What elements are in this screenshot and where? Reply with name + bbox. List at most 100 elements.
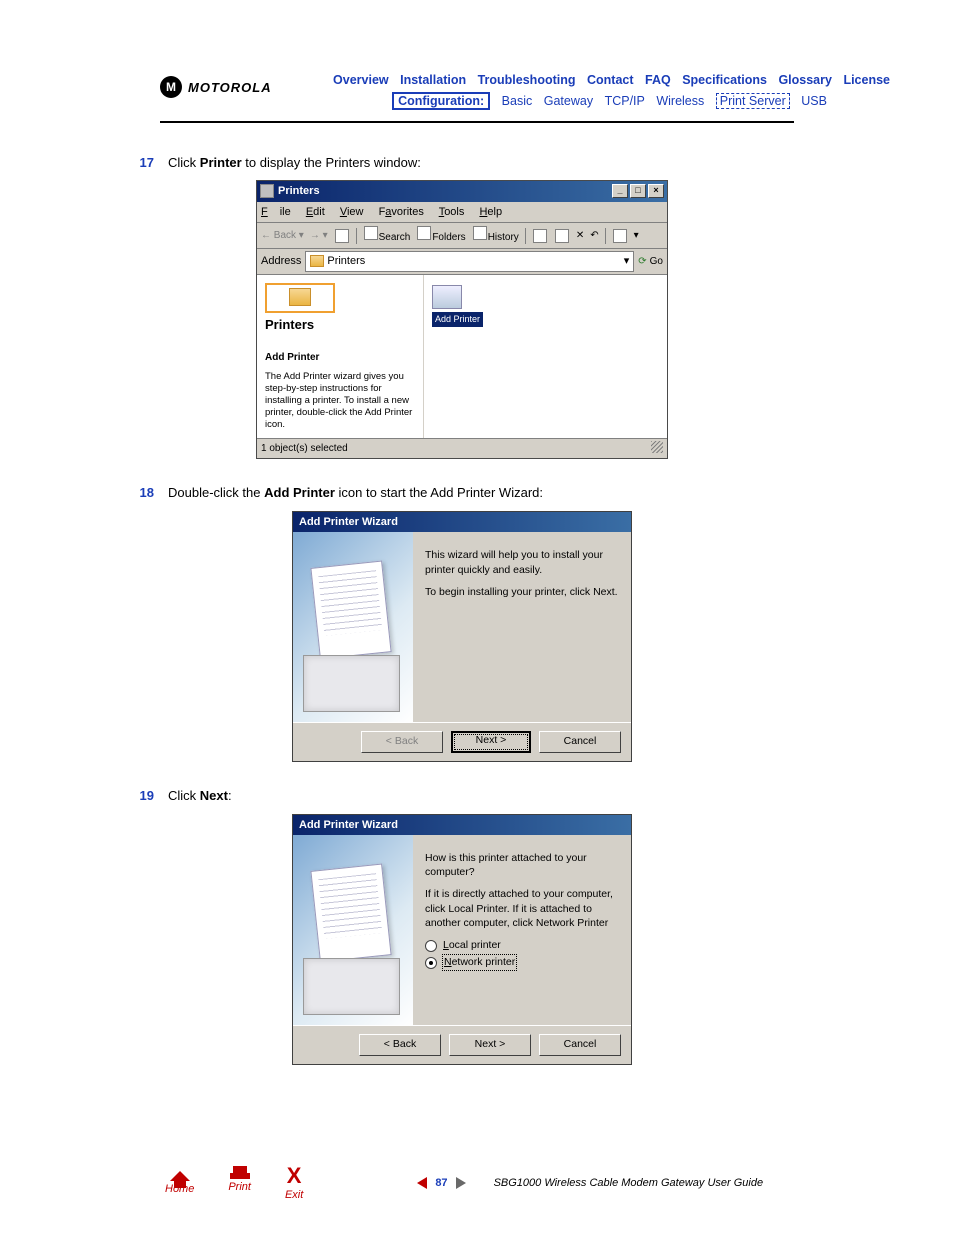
close-button[interactable]: × [648,184,664,198]
moveto-icon[interactable] [533,229,547,243]
prev-page-icon[interactable] [417,1177,427,1189]
wizard-image [293,835,413,1025]
add-printer-wizard-1: Add Printer Wizard This wizard will help… [292,511,632,762]
step-17: 17 Click Printer to display the Printers… [130,153,794,173]
address-input[interactable]: Printers ▾ [305,251,634,272]
address-label: Address [261,253,301,270]
folder-icon [310,255,324,267]
go-button[interactable]: ⟳Go [638,254,663,269]
add-printer-wizard-2: Add Printer Wizard How is this printer a… [292,814,632,1065]
add-printer-icon [432,285,462,309]
top-nav: Overview Installation Troubleshooting Co… [329,70,894,113]
printers-folder-icon [289,288,311,306]
guide-title: SBG1000 Wireless Cable Modem Gateway Use… [494,1177,764,1189]
wizard-image [293,532,413,722]
exit-icon: X [285,1165,303,1187]
menu-tools[interactable]: Tools [439,206,465,218]
resize-grip[interactable] [651,441,663,453]
next-button[interactable]: Next > [451,731,531,753]
dropdown-icon[interactable]: ▾ [624,253,630,270]
back-button[interactable]: < Back [359,1034,441,1056]
forward-button[interactable]: → ▾ [310,228,328,243]
address-bar: Address Printers ▾ ⟳Go [257,249,667,275]
undo-icon[interactable]: ↶ [590,228,598,243]
nav-gateway[interactable]: Gateway [544,94,593,108]
menu-file[interactable]: File [261,206,291,218]
nav-config-label: Configuration: [392,92,490,110]
print-button[interactable]: Print [228,1173,251,1193]
pager: 87 [417,1177,465,1189]
nav-overview[interactable]: Overview [333,73,389,87]
maximize-button[interactable]: □ [630,184,646,198]
left-pane-desc: The Add Printer wizard gives you step-by… [265,371,415,430]
nav-contact[interactable]: Contact [587,73,634,87]
menu-bar: File Edit View Favorites Tools Help [257,202,667,224]
nav-print-server[interactable]: Print Server [716,93,790,109]
folders-button[interactable]: Folders [416,226,465,245]
nav-installation[interactable]: Installation [400,73,466,87]
print-icon [230,1173,250,1179]
wizard-desc: If it is directly attached to your compu… [425,887,619,930]
nav-wireless[interactable]: Wireless [656,94,704,108]
content-pane: Add Printer [424,275,667,439]
wizard-question: How is this printer attached to your com… [425,851,619,879]
next-page-icon[interactable] [456,1177,466,1189]
header-divider [160,121,794,123]
up-icon[interactable] [335,229,349,243]
status-bar: 1 object(s) selected [257,438,667,458]
step-number: 17 [130,153,154,173]
exit-button[interactable]: X Exit [285,1165,303,1201]
logo-icon: M [160,76,182,98]
home-icon [170,1171,190,1181]
nav-basic[interactable]: Basic [502,94,533,108]
window-title: Printers [278,183,320,200]
left-pane-subtitle: Add Printer [265,350,415,365]
views-icon[interactable] [613,229,627,243]
add-printer-item[interactable]: Add Printer [432,285,483,328]
left-pane: Printers Add Printer The Add Printer wiz… [257,275,424,439]
home-button[interactable]: Home [165,1171,194,1195]
window-titlebar: Printers _ □ × [257,181,667,202]
menu-view[interactable]: View [340,206,364,218]
radio-local-printer[interactable]: Local printer [425,938,619,953]
motorola-logo: M MOTOROLA [160,76,272,98]
menu-favorites[interactable]: Favorites [379,206,424,218]
left-pane-header-icon [265,283,335,313]
history-button[interactable]: History [472,226,519,245]
nav-tcpip[interactable]: TCP/IP [605,94,645,108]
radio-icon [425,957,437,969]
printers-window: Printers _ □ × File Edit View Favorites … [256,180,668,459]
wizard-title: Add Printer Wizard [293,815,631,836]
step-18: 18 Double-click the Add Printer icon to … [130,483,794,503]
step-number: 19 [130,786,154,806]
next-button[interactable]: Next > [449,1034,531,1056]
back-button[interactable]: ← Back ▾ [261,228,304,243]
cancel-button[interactable]: Cancel [539,1034,621,1056]
add-printer-label: Add Printer [432,312,483,328]
radio-network-printer[interactable]: Network printer [425,955,619,970]
nav-license[interactable]: License [843,73,890,87]
wizard-title: Add Printer Wizard [293,512,631,533]
page-number: 87 [435,1177,447,1189]
copyto-icon[interactable] [555,229,569,243]
nav-faq[interactable]: FAQ [645,73,671,87]
search-button[interactable]: Search [363,226,411,245]
menu-help[interactable]: Help [479,206,502,218]
left-pane-title: Printers [265,315,415,335]
back-button: < Back [361,731,443,753]
delete-icon[interactable]: ✕ [576,228,584,243]
nav-troubleshooting[interactable]: Troubleshooting [478,73,576,87]
menu-edit[interactable]: Edit [306,206,325,218]
cancel-button[interactable]: Cancel [539,731,621,753]
minimize-button[interactable]: _ [612,184,628,198]
toolbar: ← Back ▾ → ▾ Search Folders History ✕ ↶ … [257,223,667,249]
wizard-text-1: This wizard will help you to install you… [425,548,619,576]
nav-usb[interactable]: USB [801,94,827,108]
status-text: 1 object(s) selected [261,441,348,456]
step-number: 18 [130,483,154,503]
nav-glossary[interactable]: Glossary [778,73,832,87]
wizard-text-2: To begin installing your printer, click … [425,585,619,599]
nav-specifications[interactable]: Specifications [682,73,767,87]
step-19: 19 Click Next: [130,786,794,806]
window-icon [260,184,274,198]
